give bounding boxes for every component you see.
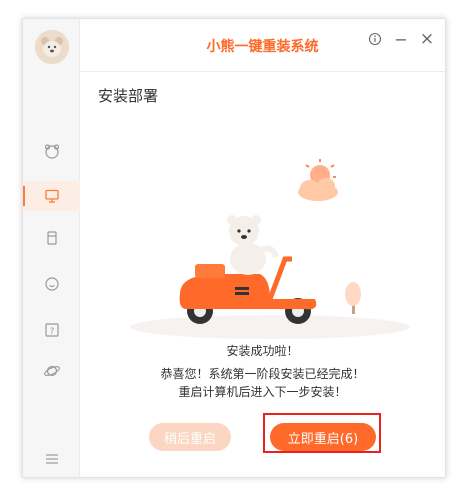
avatar	[35, 30, 69, 64]
success-line-2: 重启计算机后进入下一步安装！	[178, 385, 347, 399]
sidebar-item-planet[interactable]	[23, 356, 80, 386]
menu-icon	[45, 454, 58, 464]
restart-now-button[interactable]: 立即重启(6)	[270, 423, 376, 451]
planet-icon	[43, 365, 60, 377]
chat-bubble-icon	[44, 277, 59, 291]
minimize-icon: −	[394, 29, 408, 49]
help-question-icon: ?	[44, 323, 59, 337]
success-line-1: 恭喜您！系统第一阶段安装已经完成！	[160, 367, 365, 381]
close-icon: ×	[419, 29, 435, 49]
bear-scooter-illustration	[130, 159, 410, 339]
info-button[interactable]	[367, 31, 383, 47]
usb-drive-icon	[46, 231, 57, 245]
monitor-icon	[44, 189, 59, 203]
minimize-button[interactable]: −	[393, 29, 409, 49]
sidebar: ?	[23, 19, 80, 477]
section-title: 安装部署	[98, 87, 159, 105]
sidebar-item-help[interactable]: ?	[23, 315, 80, 345]
sidebar-item-usb[interactable]	[23, 223, 80, 253]
svg-text:?: ?	[49, 327, 54, 337]
sidebar-item-install[interactable]	[23, 181, 80, 211]
close-button[interactable]: ×	[419, 29, 435, 49]
sidebar-menu-button[interactable]	[23, 444, 80, 474]
installer-window: ? 小熊一键重装系统 − × 安装部署 安装成功啦！ 恭喜您！系统第一阶段安装已…	[22, 18, 446, 478]
success-heading: 安装成功啦！	[226, 344, 299, 358]
bear-avatar-icon	[35, 30, 69, 64]
success-illustration	[120, 159, 420, 343]
restart-later-button[interactable]: 稍后重启	[149, 423, 231, 451]
sidebar-item-chat[interactable]	[23, 269, 80, 299]
info-icon	[368, 32, 382, 46]
window-controls: − ×	[367, 29, 435, 49]
sidebar-item-bear[interactable]	[23, 136, 80, 166]
bear-face-icon	[44, 144, 59, 159]
title-bar: 小熊一键重装系统 − ×	[80, 19, 445, 72]
